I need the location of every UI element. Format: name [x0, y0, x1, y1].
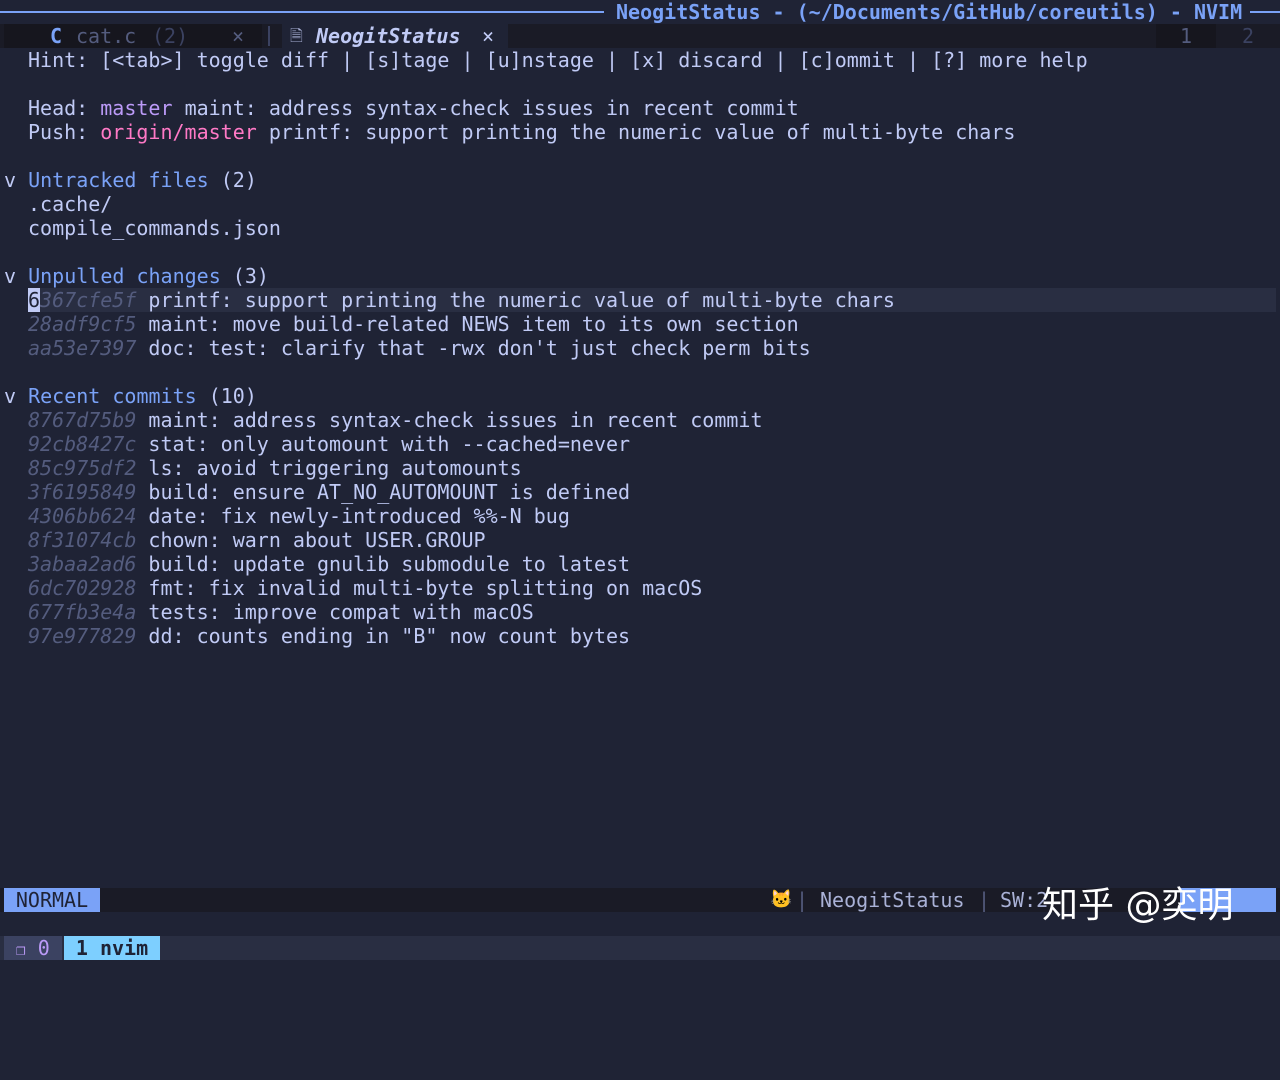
head-branch[interactable]: master: [100, 96, 172, 120]
status-separator: |: [796, 888, 809, 912]
tab-number-2[interactable]: 2: [1220, 24, 1276, 48]
tab-neogit-status[interactable]: 🗎 NeogitStatus ×: [282, 24, 508, 48]
session-number: 0: [37, 936, 50, 960]
commit-message: chown: warn about USER.GROUP: [148, 528, 486, 552]
tab-label: NeogitStatus: [316, 24, 461, 48]
mode-indicator: NORMAL: [4, 888, 100, 912]
commit-row[interactable]: 8767d75b9 maint: address syntax-check is…: [28, 408, 763, 432]
filetype: NeogitStatus: [820, 888, 965, 912]
commit-row[interactable]: 85c975df2 ls: avoid triggering automount…: [28, 456, 522, 480]
commit-hash: 677fb3e4a: [28, 600, 137, 624]
tmux-window-tab[interactable]: 1 nvim: [64, 936, 160, 960]
commit-message: dd: counts ending in "B" now count bytes: [148, 624, 631, 648]
commit-row[interactable]: 28adf9cf5 maint: move build-related NEWS…: [28, 312, 799, 336]
untracked-file[interactable]: .cache/: [28, 192, 112, 216]
commit-row[interactable]: aa53e7397 doc: test: clarify that -rwx d…: [28, 336, 811, 360]
commit-hash: 6dc702928: [28, 576, 137, 600]
section-title: Recent commits: [28, 384, 197, 408]
push-branch[interactable]: origin/master: [100, 120, 257, 144]
commit-hash: 28adf9cf5: [28, 312, 137, 336]
commit-row[interactable]: 4306bb624 date: fix newly-introduced %%-…: [28, 504, 570, 528]
status-separator: |: [978, 888, 991, 912]
commit-hash: aa53e7397: [28, 336, 137, 360]
commit-hash: 8f31074cb: [28, 528, 137, 552]
commit-message: printf: support printing the numeric val…: [148, 288, 895, 312]
tmux-status-bar: ❐ 0 1 nvim: [0, 936, 1280, 960]
commit-row[interactable]: 3abaa2ad6 build: update gnulib submodule…: [28, 552, 630, 576]
tab-label: cat.c: [76, 24, 137, 48]
close-icon[interactable]: ×: [232, 24, 244, 48]
untracked-file[interactable]: compile_commands.json: [28, 216, 281, 240]
section-count: (2): [220, 168, 257, 192]
commit-hash: 3abaa2ad6: [28, 552, 137, 576]
commit-row[interactable]: 677fb3e4a tests: improve compat with mac…: [28, 600, 534, 624]
commit-row[interactable]: 3f6195849 build: ensure AT_NO_AUTOMOUNT …: [28, 480, 630, 504]
title-rule-left: [0, 11, 604, 13]
commit-hash: 4306bb624: [28, 504, 137, 528]
tab-bar: C cat.c (2) × 🗎 NeogitStatus × 1 2: [0, 24, 1280, 48]
commit-message: stat: only automount with --cached=never: [148, 432, 631, 456]
document-icon: 🗎: [290, 26, 303, 45]
untracked-section-header[interactable]: v Untracked files (2): [4, 168, 257, 192]
commit-message: fmt: fix invalid multi-byte splitting on…: [148, 576, 703, 600]
section-count: (3): [232, 264, 269, 288]
title-rule-right: [1250, 11, 1280, 13]
head-line: Head: master maint: address syntax-check…: [28, 96, 799, 120]
commit-message: maint: move build-related NEWS item to i…: [148, 312, 799, 336]
commit-row[interactable]: 6dc702928 fmt: fix invalid multi-byte sp…: [28, 576, 702, 600]
commit-message: maint: address syntax-check issues in re…: [148, 408, 763, 432]
section-title: Untracked files: [28, 168, 209, 192]
c-file-icon: C: [50, 24, 63, 48]
push-message: printf: support printing the numeric val…: [268, 120, 1016, 144]
fold-indicator[interactable]: v: [4, 264, 16, 288]
window-icon: ❐: [16, 940, 26, 959]
window-title: NeogitStatus - (~/Documents/GitHub/coreu…: [616, 0, 1243, 24]
tmux-session[interactable]: ❐ 0: [4, 936, 62, 960]
push-line: Push: origin/master printf: support prin…: [28, 120, 1015, 144]
commit-hash: 3f6195849: [28, 480, 137, 504]
tab-separator: [268, 26, 270, 46]
commit-hash: 8767d75b9: [28, 408, 137, 432]
github-cat-icon: 🐱: [770, 889, 793, 910]
commit-row[interactable]: 6367cfe5f printf: support printing the n…: [28, 288, 895, 312]
tab-badge: (2): [152, 24, 189, 48]
recent-section-header[interactable]: v Recent commits (10): [4, 384, 257, 408]
commit-row[interactable]: 8f31074cb chown: warn about USER.GROUP: [28, 528, 486, 552]
watermark: 知乎 @奕明: [1042, 885, 1234, 926]
close-icon[interactable]: ×: [482, 24, 494, 48]
commit-hash: 367cfe5f: [40, 288, 137, 312]
text-cursor: 6: [28, 288, 41, 312]
commit-message: tests: improve compat with macOS: [148, 600, 534, 624]
section-title: Unpulled changes: [28, 264, 221, 288]
commit-message: doc: test: clarify that -rwx don't just …: [148, 336, 811, 360]
tab-cat-c[interactable]: C cat.c (2) ×: [4, 24, 262, 48]
hint-line: Hint: [<tab>] toggle diff | [s]tage | [u…: [28, 48, 1088, 72]
commit-row[interactable]: 97e977829 dd: counts ending in "B" now c…: [28, 624, 630, 648]
push-label: Push:: [28, 120, 89, 144]
commit-hash: 92cb8427c: [28, 432, 137, 456]
tab-number-1[interactable]: 1: [1156, 24, 1216, 48]
section-count: (10): [208, 384, 257, 408]
commit-message: build: update gnulib submodule to latest: [148, 552, 631, 576]
unpulled-section-header[interactable]: v Unpulled changes (3): [4, 264, 269, 288]
commit-message: date: fix newly-introduced %%-N bug: [148, 504, 570, 528]
fold-indicator[interactable]: v: [4, 384, 16, 408]
head-label: Head:: [28, 96, 89, 120]
fold-indicator[interactable]: v: [4, 168, 16, 192]
head-message: maint: address syntax-check issues in re…: [184, 96, 799, 120]
commit-hash: 85c975df2: [28, 456, 137, 480]
commit-message: build: ensure AT_NO_AUTOMOUNT is defined: [148, 480, 631, 504]
commit-hash: 97e977829: [28, 624, 137, 648]
commit-row[interactable]: 92cb8427c stat: only automount with --ca…: [28, 432, 630, 456]
shiftwidth: SW:2: [1000, 888, 1049, 912]
commit-message: ls: avoid triggering automounts: [148, 456, 522, 480]
